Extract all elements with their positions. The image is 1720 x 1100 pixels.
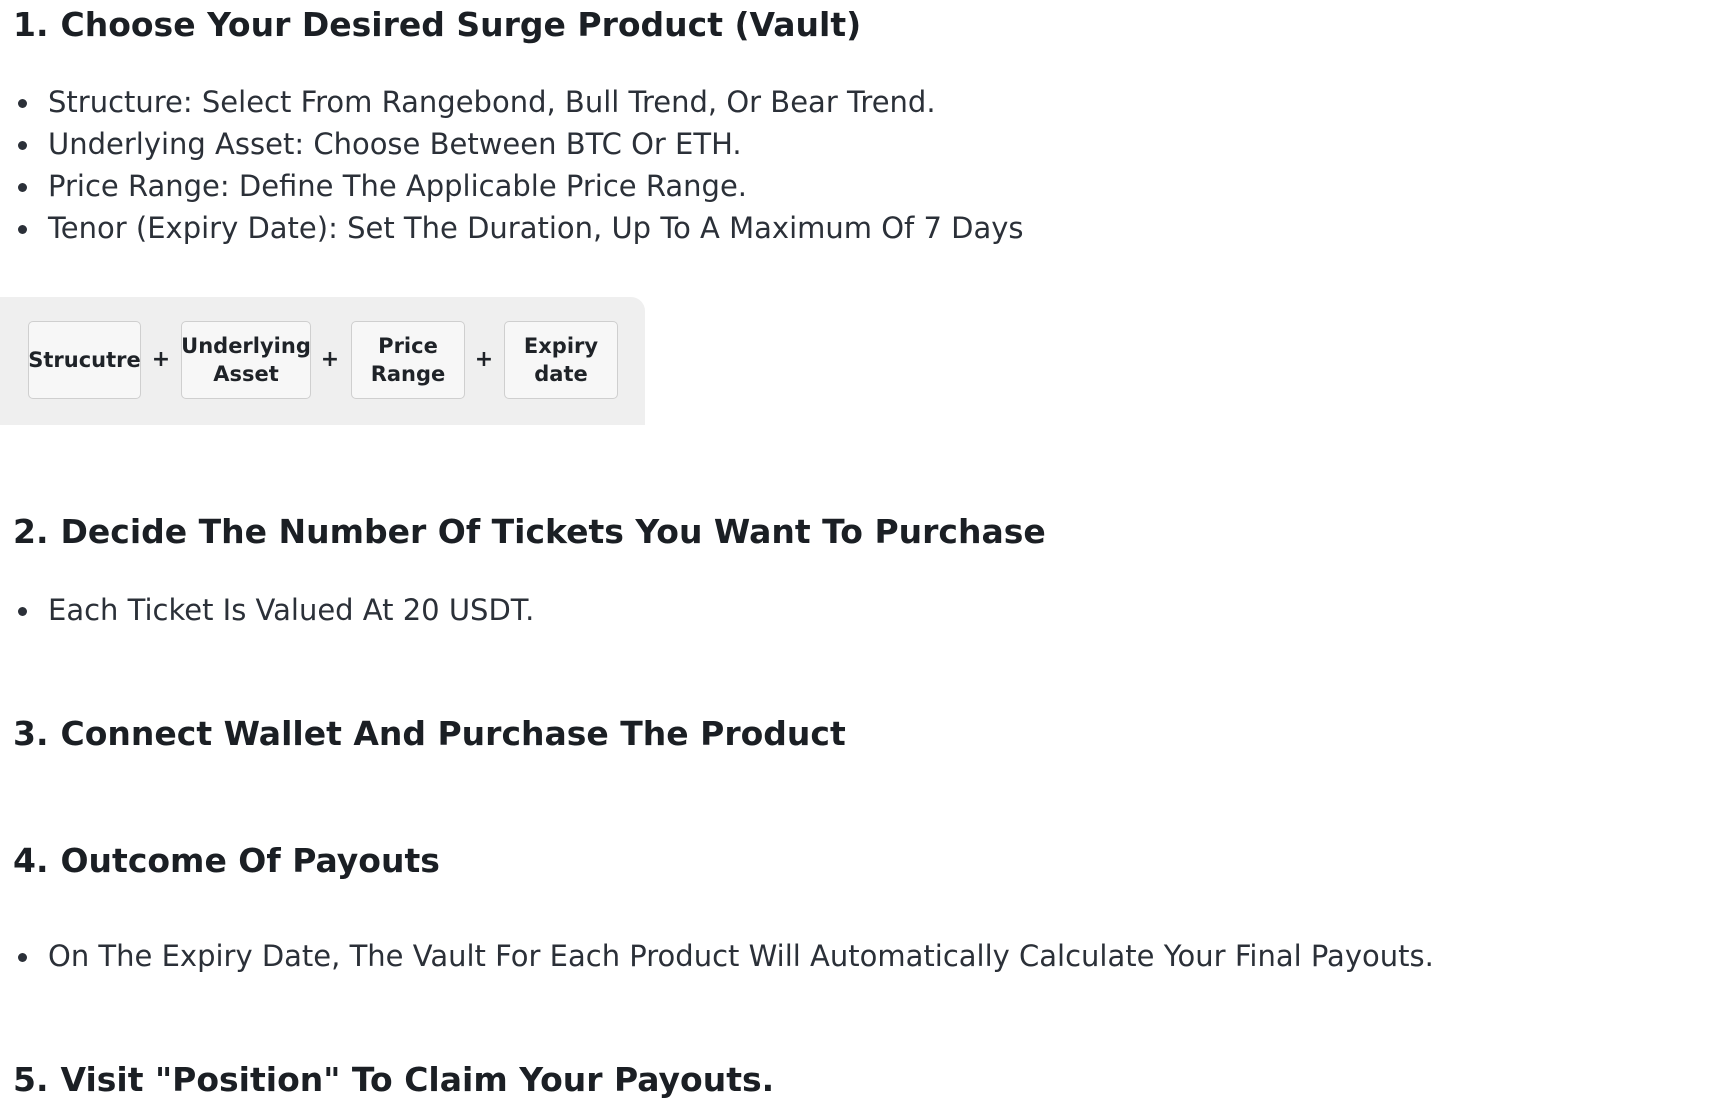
step-number: 2.	[13, 512, 49, 551]
list-item: Each Ticket Is Valued At 20 USDT.	[0, 589, 534, 631]
step-1-bullet-list: Structure: Select From Rangebond, Bull T…	[0, 81, 1024, 249]
list-item: Price Range: Define The Applicable Price…	[0, 165, 1024, 207]
step-number: 1.	[13, 5, 49, 44]
step-title: Decide The Number Of Tickets You Want To…	[60, 512, 1046, 551]
flow-box-underlying-asset: Underlying Asset	[181, 321, 311, 399]
plus-icon: +	[474, 347, 494, 372]
bullet-dot-icon	[18, 225, 27, 234]
bullet-dot-icon	[18, 141, 27, 150]
step-4-bullet-list: On The Expiry Date, The Vault For Each P…	[0, 935, 1434, 977]
step-3-heading: 3. Connect Wallet And Purchase The Produc…	[13, 714, 846, 754]
step-number: 3.	[13, 714, 49, 753]
step-title: Choose Your Desired Surge Product (Vault…	[60, 5, 862, 44]
step-number: 4.	[13, 841, 49, 880]
list-item: Structure: Select From Rangebond, Bull T…	[0, 81, 1024, 123]
step-title: Connect Wallet And Purchase The Product	[60, 714, 846, 753]
bullet-dot-icon	[18, 607, 27, 616]
flow-box-structure: Strucutre	[28, 321, 141, 399]
plus-icon: +	[320, 347, 340, 372]
step-number: 5.	[13, 1060, 49, 1099]
bullet-dot-icon	[18, 953, 27, 962]
step-5-heading: 5. Visit "Position" To Claim Your Payouts…	[13, 1060, 774, 1100]
product-flow-diagram: Strucutre + Underlying Asset + Price Ran…	[0, 297, 645, 425]
step-4-heading: 4. Outcome Of Payouts	[13, 841, 440, 881]
step-1-heading: 1. Choose Your Desired Surge Product (Vau…	[13, 5, 861, 45]
flow-box-expiry-date: Expiry date	[504, 321, 618, 399]
step-2-bullet-list: Each Ticket Is Valued At 20 USDT.	[0, 589, 534, 631]
list-item: On The Expiry Date, The Vault For Each P…	[0, 935, 1434, 977]
step-2-heading: 2. Decide The Number Of Tickets You Want …	[13, 512, 1046, 552]
plus-icon: +	[151, 347, 171, 372]
bullet-dot-icon	[18, 99, 27, 108]
bullet-dot-icon	[18, 183, 27, 192]
step-title: Visit "Position" To Claim Your Payouts.	[60, 1060, 775, 1099]
flow-box-price-range: Price Range	[351, 321, 465, 399]
step-title: Outcome Of Payouts	[60, 841, 440, 880]
list-item: Tenor (Expiry Date): Set The Duration, U…	[0, 207, 1024, 249]
list-item: Underlying Asset: Choose Between BTC Or …	[0, 123, 1024, 165]
